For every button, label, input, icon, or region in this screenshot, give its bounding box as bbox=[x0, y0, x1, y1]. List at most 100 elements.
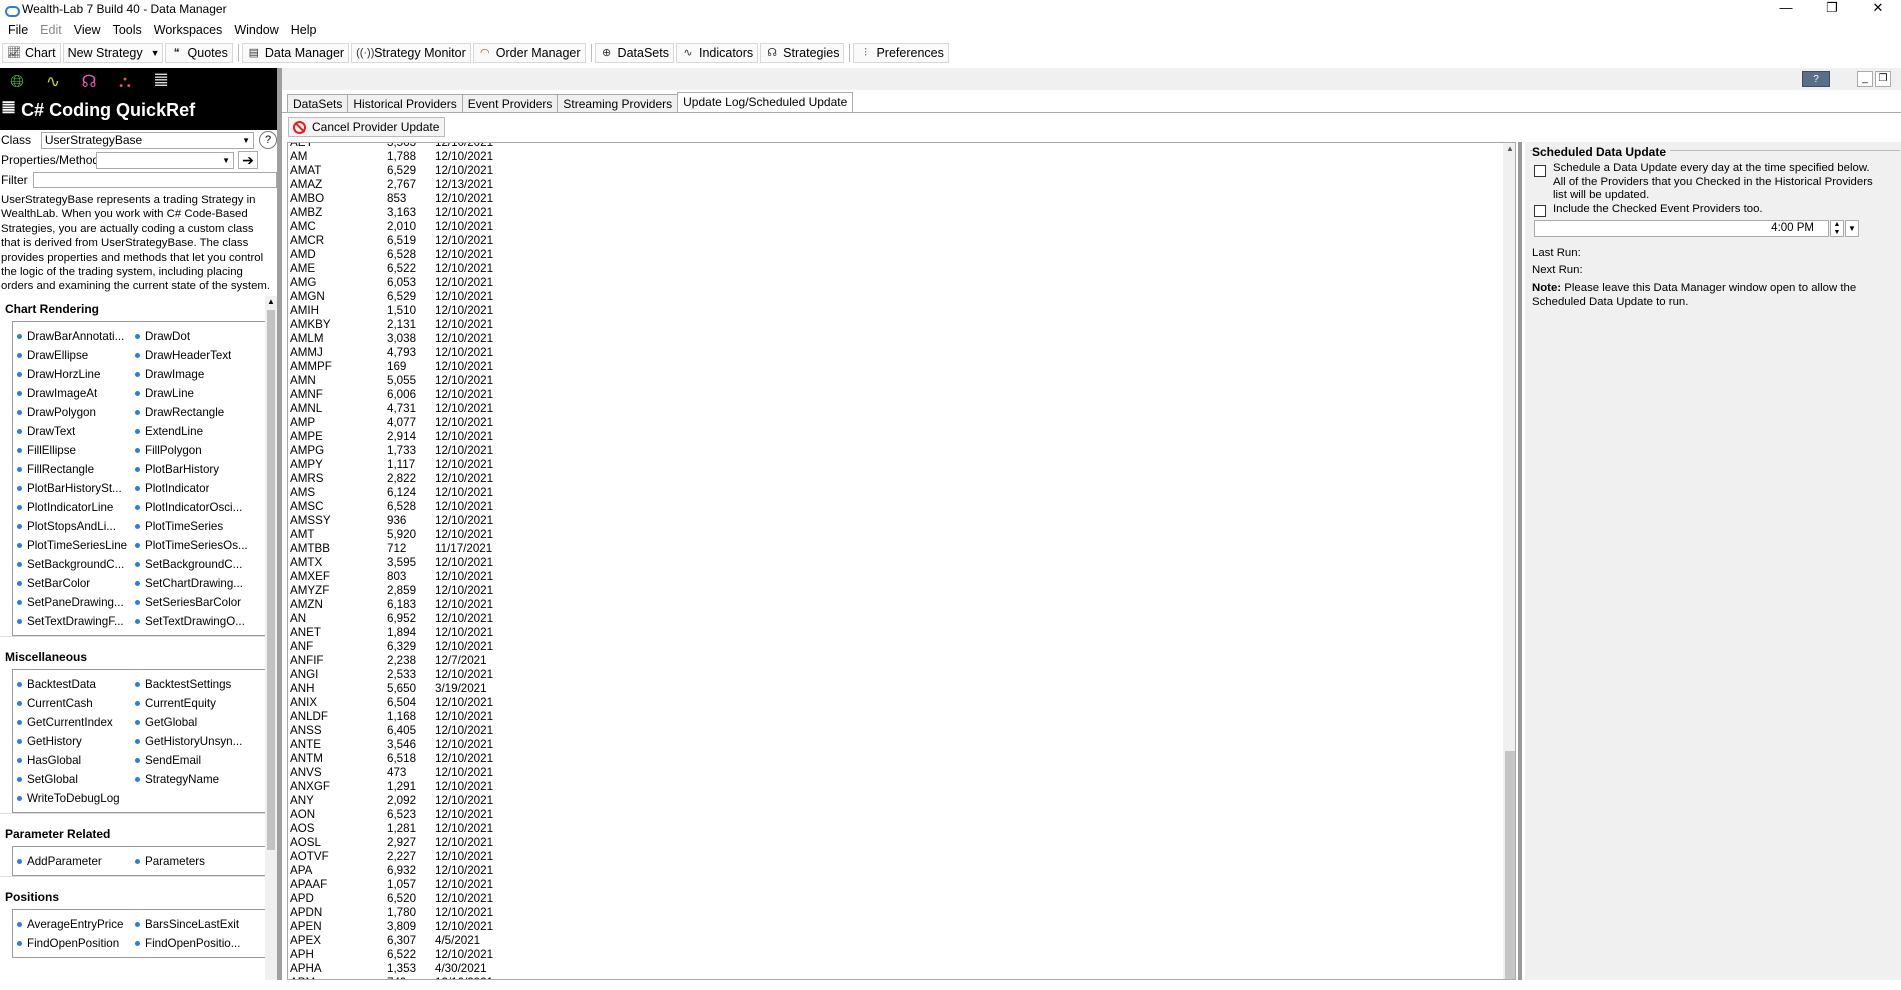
minimize-doc-button[interactable]: _ bbox=[1857, 71, 1873, 87]
menu-tools[interactable]: Tools bbox=[107, 23, 148, 37]
member-link[interactable]: SetChartDrawing... bbox=[135, 574, 265, 593]
member-link[interactable]: AverageEntryPrice bbox=[17, 915, 135, 934]
wave-icon[interactable]: ∿ bbox=[40, 72, 66, 92]
member-link[interactable]: GetHistory bbox=[17, 732, 135, 751]
order-manager-button[interactable]: ◠ Order Manager bbox=[472, 43, 586, 63]
tab-historical-providers[interactable]: Historical Providers bbox=[347, 94, 463, 113]
scrollbar-thumb[interactable] bbox=[1505, 751, 1515, 979]
member-link[interactable]: GetGlobal bbox=[135, 713, 265, 732]
close-button[interactable]: ✕ bbox=[1855, 0, 1901, 18]
member-link[interactable]: DrawPolygon bbox=[17, 403, 135, 422]
member-link[interactable]: HasGlobal bbox=[17, 751, 135, 770]
member-link[interactable]: PlotTimeSeriesLine bbox=[17, 536, 135, 555]
member-link[interactable]: BacktestData bbox=[17, 675, 135, 694]
preferences-button[interactable]: ⫶ Preferences bbox=[853, 43, 949, 63]
member-link[interactable]: DrawLine bbox=[135, 384, 265, 403]
brain-icon[interactable]: ☊ bbox=[76, 72, 102, 92]
member-link[interactable]: SetPaneDrawing... bbox=[17, 593, 135, 612]
member-link[interactable]: DrawDot bbox=[135, 327, 265, 346]
tab-streaming-providers[interactable]: Streaming Providers bbox=[557, 94, 679, 113]
member-link[interactable]: ExtendLine bbox=[135, 422, 265, 441]
member-link[interactable]: FillRectangle bbox=[17, 460, 135, 479]
minimize-button[interactable]: — bbox=[1763, 0, 1809, 18]
member-link[interactable]: StrategyName bbox=[135, 770, 265, 789]
member-link[interactable]: FillPolygon bbox=[135, 441, 265, 460]
restore-doc-button[interactable]: ❐ bbox=[1875, 71, 1891, 87]
cancel-provider-update-button[interactable]: Cancel Provider Update bbox=[288, 117, 446, 137]
menu-view[interactable]: View bbox=[68, 23, 107, 37]
member-link[interactable]: FillEllipse bbox=[17, 441, 135, 460]
data-manager-button[interactable]: ▤ Data Manager bbox=[241, 43, 350, 63]
member-link[interactable]: SetTextDrawingO... bbox=[135, 612, 265, 631]
member-link[interactable]: PlotStopsAndLi... bbox=[17, 517, 135, 536]
member-link[interactable]: SetTextDrawingF... bbox=[17, 612, 135, 631]
time-spinner[interactable]: ▲ ▼ bbox=[1830, 220, 1844, 237]
member-link[interactable]: DrawBarAnnotati... bbox=[17, 327, 135, 346]
member-link[interactable]: SetBackgroundC... bbox=[135, 555, 265, 574]
member-link[interactable]: FindOpenPositio... bbox=[135, 934, 265, 953]
filter-input[interactable] bbox=[33, 172, 277, 188]
member-link[interactable]: DrawHorzLine bbox=[17, 365, 135, 384]
time-dropdown-button[interactable]: ▼ bbox=[1845, 220, 1859, 237]
menu-window[interactable]: Window bbox=[228, 23, 284, 37]
member-link[interactable]: PlotTimeSeriesOs... bbox=[135, 536, 265, 555]
tab-datasets[interactable]: DataSets bbox=[287, 94, 349, 113]
member-link[interactable]: AddParameter bbox=[17, 852, 135, 871]
member-link[interactable]: SetBackgroundC... bbox=[17, 555, 135, 574]
new-strategy-dropdown[interactable]: New Strategy ▼ bbox=[62, 43, 163, 63]
schedule-checkbox[interactable] bbox=[1534, 165, 1546, 177]
member-link[interactable]: DrawImage bbox=[135, 365, 265, 384]
member-link[interactable]: PlotIndicator bbox=[135, 479, 265, 498]
strategy-monitor-button[interactable]: ((·)) Strategy Monitor bbox=[351, 43, 471, 63]
class-combobox[interactable]: UserStrategyBase ▼ bbox=[40, 131, 255, 149]
member-link[interactable]: CurrentEquity bbox=[135, 694, 265, 713]
help-button[interactable]: ? bbox=[1802, 71, 1830, 87]
help-button[interactable]: ? bbox=[259, 131, 277, 149]
member-link[interactable]: DrawHeaderText bbox=[135, 346, 265, 365]
member-link[interactable]: DrawRectangle bbox=[135, 403, 265, 422]
member-link[interactable]: PlotBarHistory bbox=[135, 460, 265, 479]
member-link[interactable]: Parameters bbox=[135, 852, 265, 871]
member-link[interactable]: SendEmail bbox=[135, 751, 265, 770]
go-arrow-button[interactable]: ➔ bbox=[238, 151, 258, 169]
member-link[interactable]: DrawEllipse bbox=[17, 346, 135, 365]
chart-button[interactable]: 📈︎ Chart bbox=[2, 43, 61, 63]
cubes-icon[interactable]: ⛬ bbox=[112, 72, 138, 92]
datasets-button[interactable]: ⊕ DataSets bbox=[594, 43, 674, 63]
member-link[interactable]: SetSeriesBarColor bbox=[135, 593, 265, 612]
spin-down-icon[interactable]: ▼ bbox=[1831, 229, 1843, 237]
globe-icon[interactable]: 🌐︎ bbox=[4, 72, 30, 92]
indicators-button[interactable]: ∿ Indicators bbox=[675, 43, 759, 63]
scrollbar-thumb[interactable] bbox=[267, 310, 275, 850]
props-combobox[interactable]: ▼ bbox=[96, 151, 234, 169]
menu-file[interactable]: File bbox=[2, 23, 34, 37]
member-link[interactable]: FindOpenPosition bbox=[17, 934, 135, 953]
member-link[interactable]: PlotIndicatorLine bbox=[17, 498, 135, 517]
member-link[interactable]: BarsSinceLastExit bbox=[135, 915, 265, 934]
menu-help[interactable]: Help bbox=[285, 23, 323, 37]
member-link[interactable]: DrawText bbox=[17, 422, 135, 441]
menu-edit[interactable]: Edit bbox=[34, 23, 68, 37]
members-scrollbar[interactable]: ▲ bbox=[265, 296, 277, 980]
restore-button[interactable]: ❐ bbox=[1809, 0, 1855, 18]
strategies-button[interactable]: ☊ Strategies bbox=[760, 43, 845, 63]
member-link[interactable]: GetHistoryUnsyn... bbox=[135, 732, 265, 751]
member-link[interactable]: PlotTimeSeries bbox=[135, 517, 265, 536]
member-link[interactable]: SetBarColor bbox=[17, 574, 135, 593]
scroll-up-icon[interactable]: ▲ bbox=[267, 297, 275, 306]
scroll-up-icon[interactable]: ▲ bbox=[1506, 144, 1514, 153]
log-scrollbar[interactable]: ▲ bbox=[1503, 143, 1515, 979]
member-link[interactable]: DrawImageAt bbox=[17, 384, 135, 403]
member-link[interactable]: BacktestSettings bbox=[135, 675, 265, 694]
books-icon[interactable]: 𝍤 bbox=[148, 68, 174, 97]
quotes-button[interactable]: ❝ Quotes bbox=[164, 43, 233, 63]
member-link[interactable]: GetCurrentIndex bbox=[17, 713, 135, 732]
tab-update-log[interactable]: Update Log/Scheduled Update bbox=[677, 92, 854, 113]
spin-up-icon[interactable]: ▲ bbox=[1831, 221, 1843, 229]
schedule-time-input[interactable]: 4:00 PM bbox=[1534, 220, 1829, 237]
menu-workspaces[interactable]: Workspaces bbox=[148, 23, 229, 37]
member-link[interactable]: SetGlobal bbox=[17, 770, 135, 789]
member-link[interactable]: PlotBarHistorySt... bbox=[17, 479, 135, 498]
pane-splitter[interactable] bbox=[1518, 142, 1522, 980]
tab-event-providers[interactable]: Event Providers bbox=[461, 94, 559, 113]
